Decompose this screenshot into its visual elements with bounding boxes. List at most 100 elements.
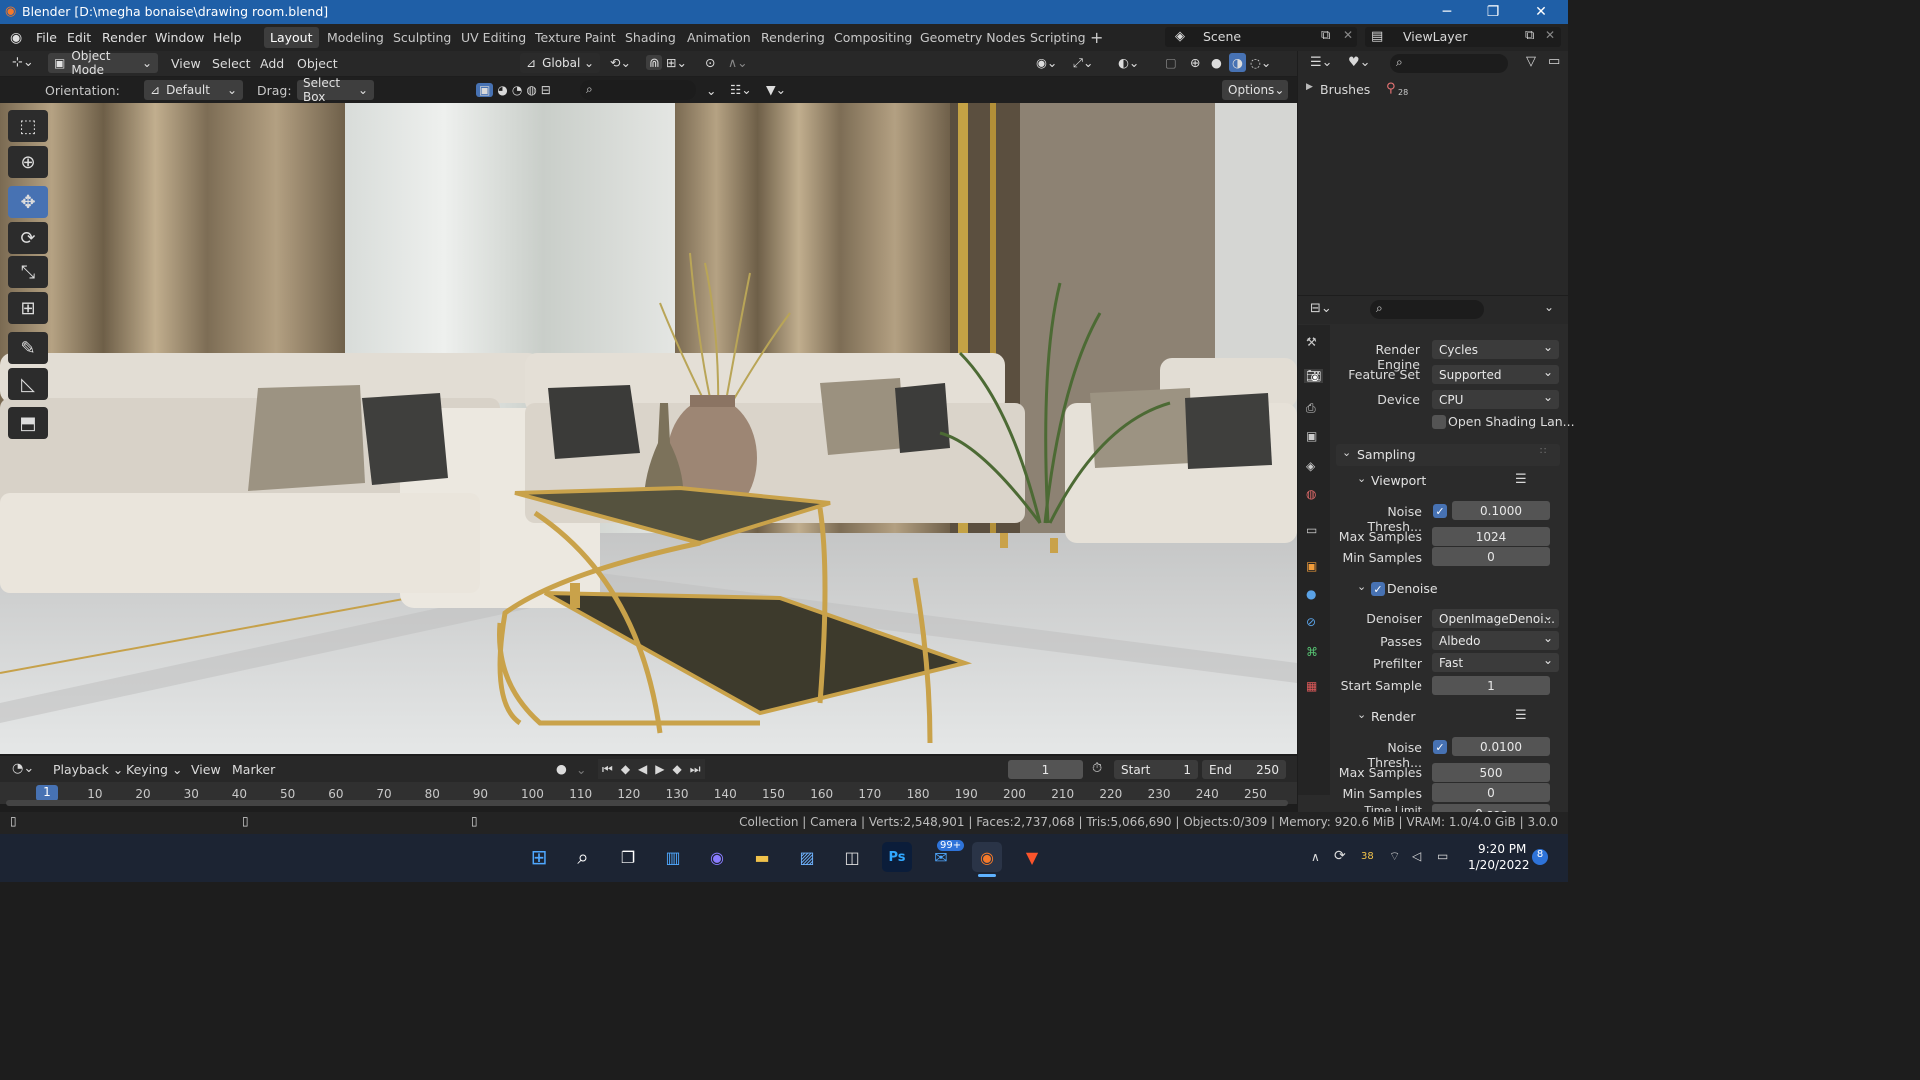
menu-help[interactable]: Help xyxy=(213,30,242,45)
jump-keyframe-prev-icon[interactable]: ◆ xyxy=(621,762,630,776)
funnel-icon[interactable]: ▼⌄ xyxy=(766,82,786,97)
minimize-button[interactable]: ─ xyxy=(1424,0,1470,24)
tab-texture-paint[interactable]: Texture Paint xyxy=(535,30,616,45)
keying-set-icon[interactable]: ⌄ xyxy=(576,762,586,777)
widgets-icon[interactable]: ▥ xyxy=(658,842,688,872)
editor-type-icon[interactable]: ⊹⌄ xyxy=(12,55,34,70)
tool-tab-icon[interactable]: ⚒ xyxy=(1306,335,1317,349)
timeline-editor-icon[interactable]: ◔⌄ xyxy=(12,761,34,776)
falloff-icon[interactable]: ∧⌄ xyxy=(728,55,748,70)
mode-dropdown[interactable]: ▣ Object Mode ⌄ xyxy=(48,49,158,77)
visibility-icon[interactable]: ◉⌄ xyxy=(1036,55,1057,70)
outliner-search-input[interactable]: ⌕ xyxy=(1390,54,1508,73)
passes-dropdown[interactable]: Albedo xyxy=(1432,631,1559,650)
r-min-field[interactable]: 0 xyxy=(1432,783,1550,802)
select-extend-icon[interactable]: ◕ xyxy=(497,83,507,97)
add-menu[interactable]: Add xyxy=(260,56,284,71)
end-frame-field[interactable]: End 250 xyxy=(1202,760,1286,779)
select-invert-icon[interactable]: ◍ xyxy=(526,83,536,97)
gizmo-icon[interactable]: ⤢⌄ xyxy=(1073,55,1093,71)
tray-chevron-icon[interactable]: ∧ xyxy=(1311,850,1320,864)
new-viewlayer-icon[interactable]: ⧉ xyxy=(1525,28,1534,43)
overlay-icon[interactable]: ◐⌄ xyxy=(1118,55,1139,70)
select-intersect-icon[interactable]: ⊟ xyxy=(541,83,551,97)
add-workspace-icon[interactable]: + xyxy=(1090,28,1103,47)
preview-range-icon[interactable]: ⏱ xyxy=(1092,761,1102,776)
snap-target-icon[interactable]: ⊞⌄ xyxy=(666,55,687,70)
clock-date[interactable]: 1/20/2022 xyxy=(1468,858,1530,872)
filter-icon[interactable]: ▽ xyxy=(1526,54,1536,69)
jump-end-icon[interactable]: ⏭ xyxy=(690,762,701,777)
modifier-tab-icon[interactable]: ● xyxy=(1306,587,1316,601)
object-tab-icon[interactable]: ▣ xyxy=(1306,559,1317,573)
view-layer-tab-icon[interactable]: ▣ xyxy=(1306,429,1317,443)
photos-icon[interactable]: ▨ xyxy=(792,842,822,872)
volume-icon[interactable]: ◁ xyxy=(1412,849,1421,863)
denoise-checkbox[interactable]: ✓ xyxy=(1371,582,1385,596)
orientation-dropdown[interactable]: ⊿ Default ⌄ xyxy=(144,80,243,100)
tab-compositing[interactable]: Compositing xyxy=(834,30,912,45)
viewlayer-selector[interactable]: ▤ ViewLayer ⧉ ✕ xyxy=(1365,27,1561,47)
solid-shading-icon[interactable]: ● xyxy=(1211,55,1222,70)
denoise-chevron-icon[interactable]: ⌄ xyxy=(1357,580,1366,593)
r-noise-checkbox[interactable]: ✓ xyxy=(1433,740,1447,754)
chat-icon[interactable]: ◉ xyxy=(702,842,732,872)
autokey-icon[interactable]: ● xyxy=(556,761,567,776)
drag-dropdown[interactable]: Select Box ⌄ xyxy=(297,76,374,104)
search-icon[interactable]: ⌕ xyxy=(568,842,598,872)
render-engine-dropdown[interactable]: Cycles xyxy=(1432,340,1559,359)
rotate-tool-icon[interactable]: ⟳ xyxy=(8,222,48,254)
menu-render[interactable]: Render xyxy=(102,30,147,45)
texture-tab-icon[interactable]: ▦ xyxy=(1306,679,1317,693)
sync-icon[interactable]: ⟳ xyxy=(1334,848,1346,864)
select-box-tool-icon[interactable]: ⬚ xyxy=(8,110,48,142)
tab-uv-editing[interactable]: UV Editing xyxy=(461,30,526,45)
material-shading-icon[interactable]: ◑ xyxy=(1229,53,1246,72)
scene-tab-icon[interactable]: ◈ xyxy=(1306,459,1315,473)
menu-window[interactable]: Window xyxy=(155,30,204,45)
jump-keyframe-next-icon[interactable]: ◆ xyxy=(673,762,682,776)
timeline-scrollbar[interactable] xyxy=(6,800,1288,806)
filter-dropdown-icon[interactable]: ⌄ xyxy=(706,83,716,98)
vp-noise-checkbox[interactable]: ✓ xyxy=(1433,504,1447,518)
time-limit-field[interactable]: 0 sec xyxy=(1432,804,1550,812)
transform-orientation-dropdown[interactable]: ⊿ Global ⌄ xyxy=(520,53,600,73)
tab-scripting[interactable]: Scripting xyxy=(1030,30,1086,45)
tab-shading[interactable]: Shading xyxy=(625,30,676,45)
menu-edit[interactable]: Edit xyxy=(67,30,91,45)
physics-tab-icon[interactable]: ⊘ xyxy=(1306,615,1316,629)
close-button[interactable]: ✕ xyxy=(1518,0,1564,24)
viewport-chevron-icon[interactable]: ⌄ xyxy=(1357,472,1366,485)
properties-options-icon[interactable]: ⌄ xyxy=(1544,300,1554,314)
add-cube-tool-icon[interactable]: ⬒ xyxy=(8,407,48,439)
file-explorer-icon[interactable]: ▬ xyxy=(747,842,777,872)
play-icon[interactable]: ▶ xyxy=(655,762,664,776)
task-view-icon[interactable]: ❐ xyxy=(613,842,643,872)
prefilter-dropdown[interactable]: Fast xyxy=(1432,653,1559,672)
sampling-panel-header[interactable]: ⌄ Sampling ∷ xyxy=(1336,444,1560,466)
device-dropdown[interactable]: CPU xyxy=(1432,390,1559,409)
blender-taskbar-icon[interactable]: ◉ xyxy=(972,842,1002,872)
tab-animation[interactable]: Animation xyxy=(687,30,751,45)
view-menu[interactable]: View xyxy=(171,56,201,71)
move-tool-icon[interactable]: ✥ xyxy=(8,186,48,218)
outliner-editor-icon[interactable]: ☰⌄ xyxy=(1310,55,1333,70)
transform-tool-icon[interactable]: ⊞ xyxy=(8,292,48,324)
r-max-field[interactable]: 500 xyxy=(1432,763,1550,782)
photoshop-icon[interactable]: Ps xyxy=(882,842,912,872)
world-tab-icon[interactable]: ◍ xyxy=(1306,487,1316,501)
annotate-tool-icon[interactable]: ✎ xyxy=(8,332,48,364)
maximize-button[interactable]: ❐ xyxy=(1470,0,1516,24)
rendered-shading-icon[interactable]: ◌⌄ xyxy=(1250,55,1271,70)
jump-start-icon[interactable]: ⏮ xyxy=(602,762,613,777)
playhead[interactable]: 1 xyxy=(36,785,58,801)
vp-max-field[interactable]: 1024 xyxy=(1432,527,1550,546)
feature-set-dropdown[interactable]: Supported xyxy=(1432,365,1559,384)
3d-viewport[interactable] xyxy=(0,103,1297,754)
tab-rendering[interactable]: Rendering xyxy=(761,30,825,45)
current-frame-field[interactable]: 1 xyxy=(1008,760,1083,779)
osl-checkbox[interactable] xyxy=(1432,415,1446,429)
brave-icon[interactable]: ▼ xyxy=(1017,842,1047,872)
measure-tool-icon[interactable]: ◺ xyxy=(8,368,48,400)
notification-badge[interactable]: 8 xyxy=(1532,849,1548,865)
